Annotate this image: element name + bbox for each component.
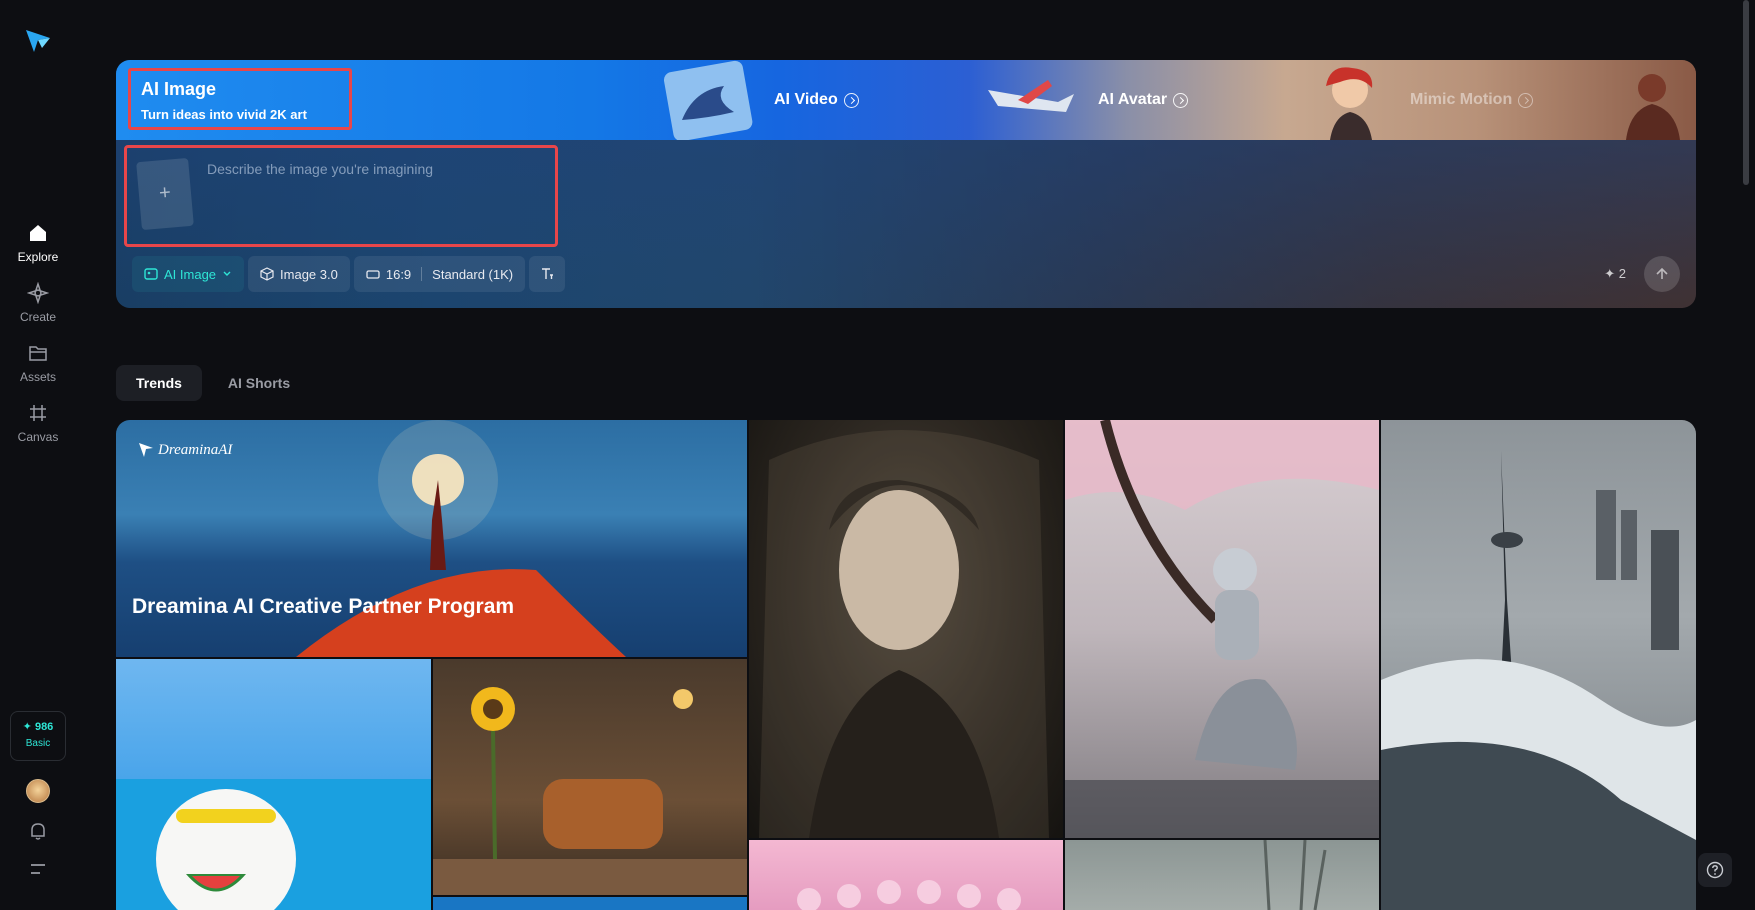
ratio-quality-select[interactable]: 16:9 Standard (1K)	[353, 256, 526, 292]
feature-mimic-motion[interactable]: Mimic Motion	[1290, 60, 1534, 140]
gallery-item[interactable]	[1065, 420, 1379, 838]
model-label: Image 3.0	[280, 266, 338, 282]
sidebar-item-create[interactable]: Create	[0, 282, 76, 326]
sidebar-item-explore[interactable]: Explore	[0, 222, 76, 266]
chevron-right-icon	[843, 92, 859, 108]
ai-avatar-thumbnail	[988, 80, 1074, 112]
model-select[interactable]: Image 3.0	[248, 256, 350, 292]
generation-cost: ✦ 2	[1604, 266, 1626, 281]
gallery-item[interactable]	[433, 897, 747, 910]
arrow-up-icon	[1656, 267, 1668, 279]
quality-label: Standard (1K)	[432, 266, 514, 282]
page-subtitle: Turn ideas into vivid 2K art	[141, 107, 307, 122]
app-root: Explore Create Assets Canvas ✦ 986 Basic…	[0, 0, 1755, 910]
credits-badge[interactable]: ✦ 986 Basic	[10, 711, 66, 761]
feature-label: AI Avatar	[1098, 91, 1168, 108]
robot-image	[1065, 420, 1379, 838]
prompt-input[interactable]	[207, 158, 547, 180]
scrollbar[interactable]	[1743, 0, 1749, 185]
avatar[interactable]	[26, 779, 50, 803]
text-style-button[interactable]	[529, 256, 566, 292]
creation-panel: AI Image Turn ideas into vivid 2K art AI…	[116, 60, 1696, 308]
sparkle-icon	[27, 282, 49, 304]
generate-button[interactable]	[1644, 256, 1680, 292]
chevron-right-icon	[1518, 92, 1534, 108]
chevron-down-icon	[223, 271, 231, 276]
motion-thumbnail	[1626, 74, 1680, 140]
home-icon	[30, 225, 46, 241]
canvas-icon	[30, 405, 46, 421]
gallery-item[interactable]	[749, 420, 1063, 838]
sidebar-item-assets[interactable]: Assets	[0, 342, 76, 386]
aspect-ratio-icon	[366, 270, 380, 279]
gallery-item[interactable]	[1381, 420, 1696, 910]
dreamina-logo-icon	[139, 443, 153, 457]
portrait-image	[759, 430, 1049, 838]
text-icon	[542, 268, 554, 279]
tab-ai-shorts[interactable]: AI Shorts	[208, 365, 310, 401]
question-icon	[1706, 861, 1724, 879]
content-tabs: Trends AI Shorts	[116, 365, 310, 401]
brand-label: DreaminaAI	[158, 442, 233, 458]
misty-forest-image	[1263, 840, 1327, 910]
gallery-grid: DreaminaAI Dreamina AI Creative Partner …	[116, 420, 1696, 910]
chevron-right-icon	[1173, 92, 1189, 108]
feature-label: Mimic Motion	[1410, 91, 1513, 108]
feature-label: AI Video	[774, 91, 838, 108]
upload-reference-button[interactable]: +	[136, 157, 194, 231]
featured-banner[interactable]: DreaminaAI Dreamina AI Creative Partner …	[116, 420, 747, 657]
mode-select[interactable]: AI Image	[132, 256, 245, 292]
gallery-item[interactable]	[749, 840, 1063, 910]
menu-icon[interactable]	[28, 861, 48, 877]
tab-trends[interactable]: Trends	[116, 365, 202, 401]
page-title: AI Image	[141, 79, 217, 99]
sidebar: Explore Create Assets Canvas ✦ 986 Basic	[0, 0, 76, 910]
help-button[interactable]	[1698, 853, 1732, 887]
featured-caption: Dreamina AI Creative Partner Program	[132, 595, 515, 618]
ai-image-tab[interactable]: AI Image Turn ideas into vivid 2K art	[128, 68, 352, 130]
scroll-track	[1735, 0, 1755, 910]
image-icon	[144, 268, 158, 280]
steampunk-image	[433, 687, 747, 895]
divider	[421, 267, 423, 281]
generation-toolbar: AI Image Image 3.0 16:9 Standard (1K)	[132, 256, 566, 292]
cube-icon	[260, 267, 274, 281]
sidebar-item-canvas[interactable]: Canvas	[0, 402, 76, 446]
gallery-item[interactable]	[433, 659, 747, 895]
ai-video-thumbnail	[663, 60, 753, 140]
feature-ai-avatar[interactable]: AI Avatar	[978, 60, 1189, 140]
sidebar-item-label: Create	[19, 310, 57, 324]
gallery-item[interactable]	[1065, 840, 1379, 910]
plus-icon: +	[158, 181, 172, 205]
gallery-item[interactable]	[116, 659, 431, 910]
mode-label: AI Image	[164, 266, 217, 282]
ratio-label: 16:9	[385, 266, 412, 282]
mimic-motion-thumbnail	[1326, 67, 1373, 140]
sidebar-item-label: Assets	[19, 370, 56, 384]
pink-spheres-image	[797, 880, 1021, 910]
credits-value: ✦ 986	[22, 721, 54, 733]
cat-image	[116, 779, 431, 910]
feature-ai-video[interactable]: AI Video	[654, 60, 859, 140]
plan-label: Basic	[25, 738, 51, 749]
sidebar-item-label: Canvas	[17, 430, 59, 444]
sidebar-item-label: Explore	[17, 250, 59, 264]
prompt-area: +	[124, 145, 558, 247]
tsunami-image	[1381, 450, 1696, 910]
bell-icon[interactable]	[27, 820, 49, 842]
folder-icon	[29, 346, 47, 361]
dreamina-logo-icon[interactable]	[24, 28, 52, 54]
